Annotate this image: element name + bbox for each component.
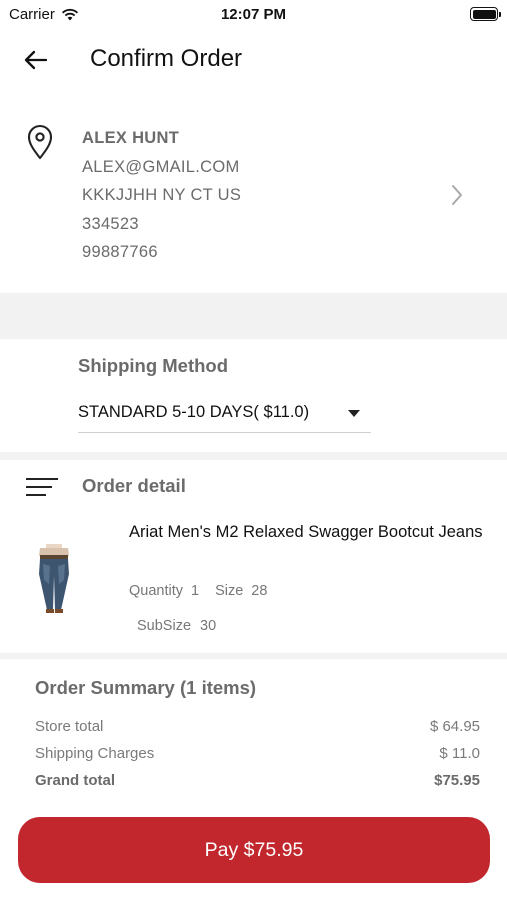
product-name[interactable]: Ariat Men's M2 Relaxed Swagger Bootcut J… [129,522,489,543]
status-bar: Carrier 12:07 PM [0,0,507,28]
quantity-label: Quantity [129,583,183,599]
clock: 12:07 PM [220,6,287,23]
customer-email: ALEX@GMAIL.COM [82,157,240,176]
menu-lines-icon [26,478,58,496]
product-subsize: SubSize 30 [137,618,216,634]
customer-name: ALEX HUNT [82,129,180,147]
size-label: Size [215,583,244,599]
arrow-left-icon [24,50,48,70]
customer-zip: 334523 [82,214,139,233]
store-total-row: Store total $ 64.95 [35,718,480,735]
pay-button[interactable]: Pay $75.95 [18,817,490,883]
shipping-charges-label: Shipping Charges [35,745,155,762]
grand-total-row: Grand total $75.95 [35,772,480,789]
product-attributes: Quantity 1 Size 28 [129,583,267,599]
grand-total-label: Grand total [35,772,116,789]
order-detail-section: Order detail Ariat Men's M2 Relaxed Swag… [0,460,507,653]
battery-icon [470,7,501,21]
size-value: 28 [251,583,268,599]
location-pin-icon [27,125,53,160]
grand-total-value: $75.95 [434,772,480,789]
order-summary-title: Order Summary (1 items) [35,677,257,698]
product-image[interactable] [28,544,80,614]
caret-down-icon [348,410,360,417]
shipping-address-card[interactable]: ALEX HUNT ALEX@GMAIL.COM KKKJJHH NY CT U… [0,108,507,288]
order-summary-section: Order Summary (1 items) Store total $ 64… [0,659,507,809]
address-details: ALEX HUNT ALEX@GMAIL.COM KKKJJHH NY CT U… [82,124,241,267]
section-divider [0,293,507,339]
section-divider [0,452,507,460]
store-total-value: $ 64.95 [429,718,480,735]
header: Confirm Order [0,28,507,94]
subsize-label: SubSize [137,618,192,634]
customer-location: KKKJJHH NY CT US [82,186,242,204]
order-detail-title: Order detail [82,475,186,496]
shipping-charges-value: $ 11.0 [439,745,480,762]
shipping-method-value: STANDARD 5-10 DAYS( $11.0) [78,403,310,421]
quantity-value: 1 [191,583,200,599]
customer-phone: 99887766 [82,243,158,261]
store-total-label: Store total [35,718,104,735]
shipping-method-dropdown[interactable]: STANDARD 5-10 DAYS( $11.0) [78,399,371,433]
subsize-value: 30 [200,618,217,634]
back-button[interactable] [20,46,52,74]
chevron-right-icon[interactable] [450,183,464,207]
shipping-method-label: Shipping Method [78,355,229,376]
shipping-method-section: Shipping Method STANDARD 5-10 DAYS( $11.… [0,339,507,452]
shipping-charges-row: Shipping Charges $ 11.0 [35,745,480,762]
page-title: Confirm Order [90,45,243,72]
